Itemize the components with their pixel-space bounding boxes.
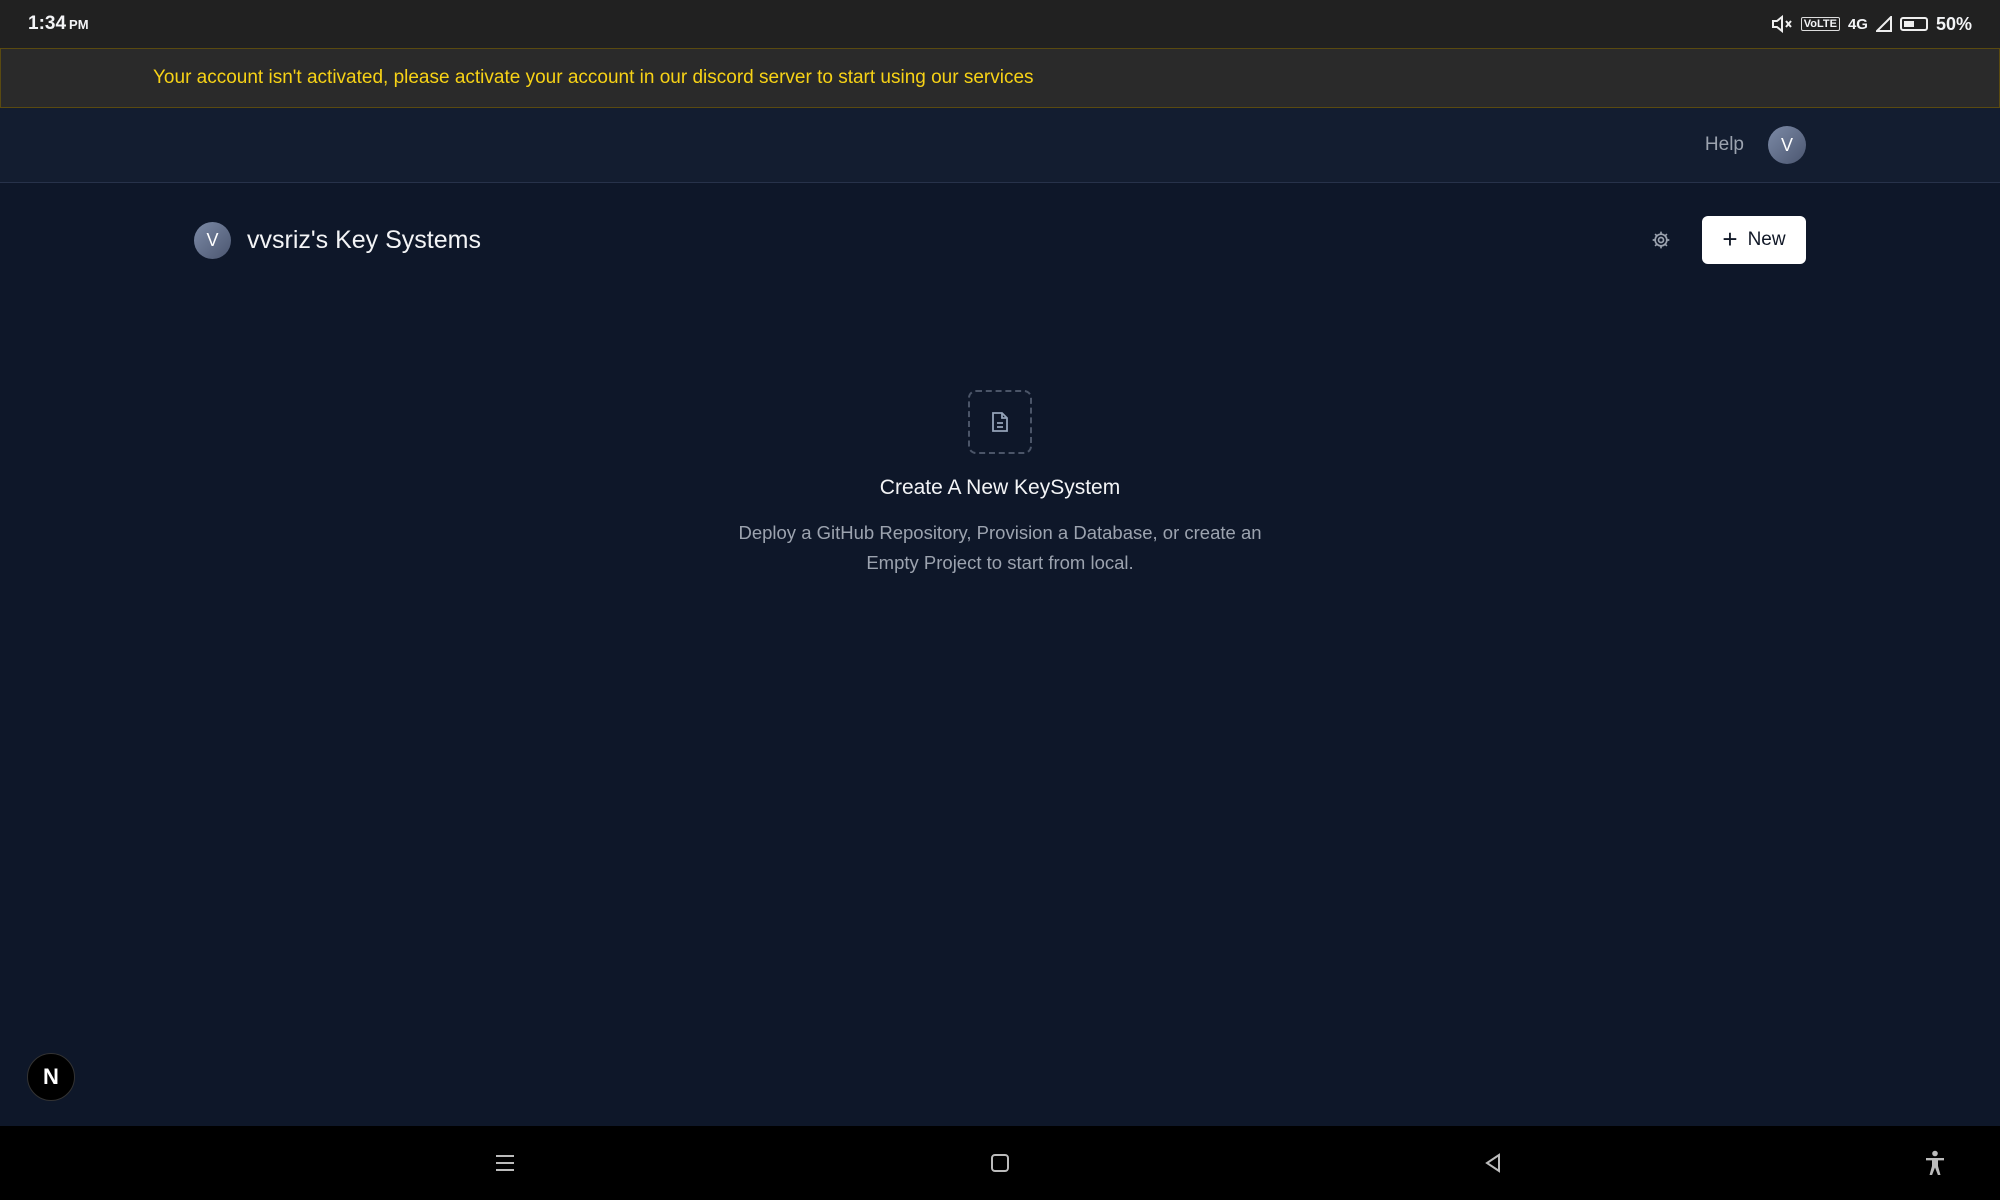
- network-type: 4G: [1847, 15, 1868, 33]
- plus-icon: +: [1722, 224, 1738, 254]
- empty-state-icon-frame: [968, 390, 1032, 454]
- user-avatar[interactable]: V: [1768, 126, 1806, 164]
- accessibility-icon: [1926, 1150, 1944, 1175]
- activation-warning-text: Your account isn't activated, please act…: [153, 67, 1034, 88]
- workspace-header: V vvsriz's Key Systems + New: [194, 215, 1806, 265]
- mute-icon: [1771, 15, 1792, 33]
- back-icon: [1485, 1153, 1500, 1173]
- system-navigation-bar: [0, 1126, 2000, 1200]
- home-button[interactable]: [983, 1146, 1017, 1180]
- nextjs-dev-indicator-button[interactable]: N: [27, 1053, 75, 1101]
- settings-button[interactable]: [1648, 227, 1674, 253]
- menu-icon: [496, 1155, 514, 1171]
- empty-state: Create A New KeySystem Deploy a GitHub R…: [700, 390, 1300, 578]
- new-button-label: New: [1747, 229, 1786, 250]
- accessibility-button[interactable]: [1918, 1146, 1952, 1180]
- volte-badge: VoLTE: [1800, 17, 1840, 31]
- help-link[interactable]: Help: [1705, 134, 1744, 156]
- menu-button[interactable]: [488, 1146, 522, 1180]
- workspace-avatar: V: [194, 221, 231, 259]
- header-actions: + New: [1648, 216, 1806, 264]
- page-title: vvsriz's Key Systems: [247, 225, 481, 254]
- clock-time: 1:34: [28, 13, 67, 34]
- top-navigation: Help V: [0, 108, 2000, 183]
- workspace-identity: V vvsriz's Key Systems: [194, 221, 481, 259]
- battery-percent: 50%: [1935, 13, 1972, 34]
- clock-ampm: PM: [69, 17, 89, 32]
- document-icon: [992, 412, 1008, 432]
- activation-warning-banner: Your account isn't activated, please act…: [0, 48, 2000, 108]
- empty-state-title: Create A New KeySystem: [879, 476, 1121, 499]
- status-icons: VoLTE 4G 50%: [1771, 14, 1972, 35]
- clock: 1:34 PM: [28, 13, 89, 35]
- battery-icon: [1899, 17, 1928, 31]
- new-keysystem-button[interactable]: + New: [1702, 216, 1806, 264]
- gear-icon: [1652, 231, 1670, 249]
- system-status-bar: 1:34 PM VoLTE 4G 50%: [0, 0, 2000, 48]
- signal-icon: [1875, 16, 1892, 32]
- home-icon: [991, 1154, 1009, 1172]
- empty-state-description: Deploy a GitHub Repository, Provision a …: [738, 522, 1262, 573]
- back-button[interactable]: [1476, 1146, 1510, 1180]
